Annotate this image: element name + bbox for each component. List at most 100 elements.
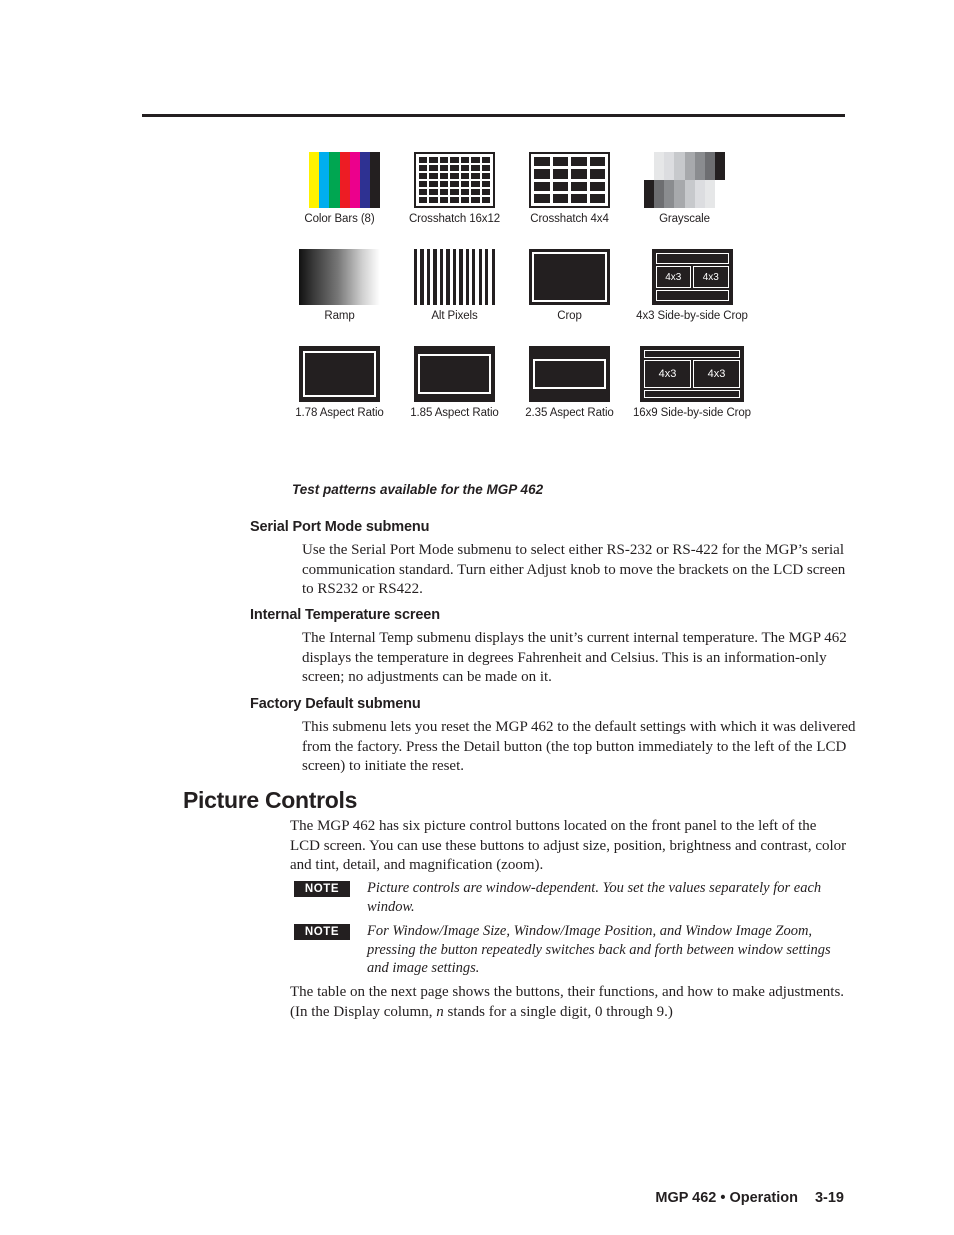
crosshatch-cell [481,181,490,187]
pattern-alt-pixels: Alt Pixels [397,249,512,322]
ramp-graphic [299,249,380,305]
grayscale-step-top-7 [714,152,725,180]
page-number: 3-19 [814,1190,844,1206]
pattern-label: Alt Pixels [431,310,478,322]
crosshatch-cell [552,169,568,179]
pattern-aspect-178: 1.78 Aspect Ratio [282,346,397,419]
crosshatch-cell [450,181,459,187]
crosshatch-cell [552,157,568,167]
crosshatch-cell [460,181,470,187]
crosshatch-cell [471,181,480,187]
pane-left: 4x3 [655,265,691,289]
color-bar-5 [349,152,360,208]
crosshatch-cell [460,189,470,195]
page-footer: MGP 462 • Operation 3-19 [655,1190,844,1206]
pattern-label: Crop [557,310,582,322]
color-bar-3 [329,152,340,208]
pattern-aspect-185: 1.85 Aspect Ratio [397,346,512,419]
crosshatch-cell [450,157,459,163]
crosshatch-cell [439,157,449,163]
note-block: NOTE Picture controls are window-depende… [294,879,854,916]
section-body: Use the Serial Port Mode submenu to sele… [302,542,846,597]
aspect-185-thumbnail [414,346,495,402]
aspect-235-thumbnail [529,346,610,402]
alt-pixel-stripe [491,249,495,305]
grayscale-step-top-5 [694,152,705,180]
section-body: The Internal Temp submenu displays the u… [302,630,847,685]
side-by-side-16x9-graphic: 4x3 4x3 [640,346,744,402]
alt-pixels-graphic [414,249,495,305]
crosshatch-cell [450,165,459,171]
grayscale-step-bottom-2 [664,180,675,208]
crosshatch-cell [589,157,605,167]
crosshatch-cell [552,181,568,191]
table-note-after: stands for a single digit, 0 through 9.) [443,1003,673,1020]
grayscale-step-top-0 [644,152,655,180]
pane-right: 4x3 [693,359,740,389]
crosshatch-cell [429,157,438,163]
grayscale-step-top-6 [704,152,715,180]
grayscale-step-top-4 [684,152,695,180]
grayscale-step-top-1 [654,152,665,180]
grayscale-graphic [644,152,725,208]
aspect-178-graphic [299,346,380,402]
side-by-side-4x3-thumbnail: 4x3 4x3 [651,249,733,305]
crosshatch-cell [471,189,480,195]
crosshatch-cell [439,165,449,171]
crosshatch-cell [419,181,428,187]
pattern-crop: Crop [512,249,627,322]
figure-caption: Test patterns available for the MGP 462 [292,482,544,497]
color-bars-graphic [299,152,380,208]
alt-pixels-thumbnail [414,249,495,305]
side-by-side-panes: 4x3 4x3 [655,265,729,289]
grayscale-step-bottom-6 [704,180,715,208]
pattern-label: Crosshatch 4x4 [530,213,609,225]
crosshatch-16x12-graphic [414,152,495,208]
pattern-label: 1.78 Aspect Ratio [295,407,384,419]
grayscale-step-bottom-7 [714,180,725,208]
pane-left: 4x3 [644,359,691,389]
crosshatch-cell [471,173,480,179]
grayscale-thumbnail [644,152,725,208]
crosshatch-cell [439,173,449,179]
crosshatch-cell [571,193,587,203]
crosshatch-16x12-thumbnail [414,152,495,208]
crosshatch-cell [534,169,550,179]
grayscale-step-top-2 [664,152,675,180]
crosshatch-cell [552,193,568,203]
crosshatch-cell [439,197,449,203]
crosshatch-cell [429,189,438,195]
pattern-label: Color Bars (8) [304,213,375,225]
grayscale-step-top-3 [674,152,685,180]
crosshatch-cell [419,165,428,171]
crosshatch-cell [571,169,587,179]
note-badge: NOTE [294,881,350,897]
section-heading: Internal Temperature screen [250,607,440,623]
pattern-row: Ramp Alt Pixels Crop 4x3 4x3 4x3 Side-by… [282,249,782,322]
crosshatch-cell [439,189,449,195]
crosshatch-cell [419,157,428,163]
pattern-label: Ramp [324,310,355,322]
letterbox-bar-top [644,350,740,358]
side-by-side-panes: 4x3 4x3 [644,359,740,389]
footer-title: MGP 462 • Operation [655,1190,798,1206]
crosshatch-cell [419,173,428,179]
crosshatch-cell [460,173,470,179]
grayscale-step-bottom-0 [644,180,655,208]
crosshatch-cell [429,173,438,179]
pattern-aspect-235: 2.35 Aspect Ratio [512,346,627,419]
crosshatch-cell [589,193,605,203]
color-bar-1 [309,152,320,208]
crosshatch-4x4-graphic [529,152,610,208]
grayscale-step-bottom-5 [694,180,705,208]
side-by-side-16x9-thumbnail: 4x3 4x3 [640,346,744,402]
crosshatch-cell [471,165,480,171]
crosshatch-cell [429,181,438,187]
letterbox-bar-bottom [644,390,740,398]
grayscale-row-top [644,152,725,180]
crosshatch-cell [534,181,550,191]
aspect-178-thumbnail [299,346,380,402]
crosshatch-cell [589,181,605,191]
crosshatch-cell [460,157,470,163]
crosshatch-cell [481,197,490,203]
